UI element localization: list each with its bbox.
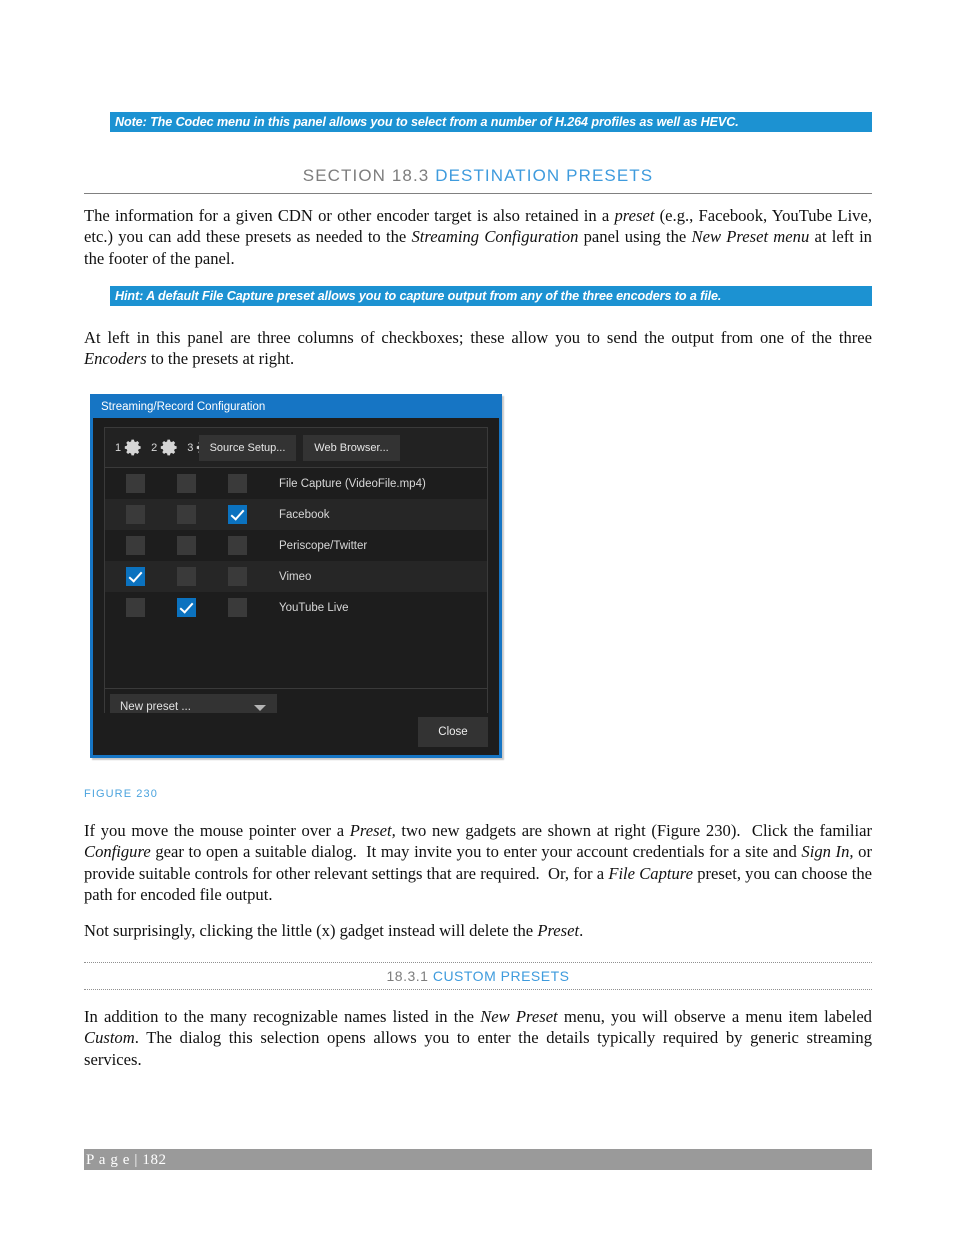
encoder-3-checkbox[interactable] xyxy=(228,567,247,586)
presets-panel: 1 2 3 Source Setup... Web Browser... Fil… xyxy=(104,427,488,689)
encoder-1-checkbox[interactable] xyxy=(126,567,145,586)
paragraph-gadgets: If you move the mouse pointer over a Pre… xyxy=(84,821,873,904)
preset-label: Vimeo xyxy=(279,570,312,583)
encoder-2-number: 2 xyxy=(151,441,158,454)
table-row[interactable]: Facebook xyxy=(105,499,487,530)
gear-icon[interactable] xyxy=(160,438,179,457)
dialog-toolbar: 1 2 3 Source Setup... Web Browser... xyxy=(105,428,487,468)
document-page: Note: The Codec menu in this panel allow… xyxy=(0,0,954,1235)
encoder-2-gear-unit[interactable]: 2 xyxy=(151,438,179,457)
web-browser-button[interactable]: Web Browser... xyxy=(303,435,400,461)
section-heading: SECTION 18.3 DESTINATION PRESETS xyxy=(84,166,872,194)
encoder-3-checkbox[interactable] xyxy=(228,505,247,524)
table-row[interactable]: Vimeo xyxy=(105,561,487,592)
chevron-down-icon[interactable] xyxy=(254,705,266,711)
note-banner: Note: The Codec menu in this panel allow… xyxy=(110,112,872,132)
encoder-3-checkbox[interactable] xyxy=(228,474,247,493)
new-preset-label: New preset ... xyxy=(120,701,191,713)
encoder-1-number: 1 xyxy=(115,441,122,454)
source-setup-button[interactable]: Source Setup... xyxy=(199,435,296,461)
paragraph-intro: The information for a given CDN or other… xyxy=(84,206,872,268)
footer-bar xyxy=(84,1149,872,1170)
hint-banner: Hint: A default File Capture preset allo… xyxy=(110,286,872,306)
streaming-record-configuration-dialog: Streaming/Record Configuration 1 2 3 Sou… xyxy=(90,394,502,758)
encoder-3-number: 3 xyxy=(187,441,194,454)
table-row[interactable]: YouTube Live xyxy=(105,592,487,623)
preset-label: File Capture (VideoFile.mp4) xyxy=(279,477,426,490)
encoder-1-checkbox[interactable] xyxy=(126,505,145,524)
preset-row-list: File Capture (VideoFile.mp4) Facebook Pe… xyxy=(105,468,487,688)
preset-label: Facebook xyxy=(279,508,330,521)
preset-label: Periscope/Twitter xyxy=(279,539,368,552)
close-button[interactable]: Close xyxy=(418,717,488,747)
encoder-1-checkbox[interactable] xyxy=(126,536,145,555)
subsection-number: 18.3.1 xyxy=(386,968,429,984)
subsection-heading: 18.3.1 CUSTOM PRESETS xyxy=(84,962,872,990)
encoder-1-checkbox[interactable] xyxy=(126,474,145,493)
encoder-2-checkbox[interactable] xyxy=(177,536,196,555)
section-title: DESTINATION PRESETS xyxy=(435,166,654,185)
preset-label: YouTube Live xyxy=(279,601,349,614)
encoder-2-checkbox[interactable] xyxy=(177,474,196,493)
encoder-1-gear-unit[interactable]: 1 xyxy=(115,438,143,457)
table-row[interactable]: File Capture (VideoFile.mp4) xyxy=(105,468,487,499)
paragraph-custom-presets: In addition to the many recognizable nam… xyxy=(84,1007,872,1069)
dialog-button-bar: Close xyxy=(93,713,499,755)
table-row[interactable]: Periscope/Twitter xyxy=(105,530,487,561)
encoder-3-checkbox[interactable] xyxy=(228,598,247,617)
paragraph-checkbox-columns: At left in this panel are three columns … xyxy=(84,328,872,369)
encoder-1-checkbox[interactable] xyxy=(126,598,145,617)
encoder-3-checkbox[interactable] xyxy=(228,536,247,555)
encoder-2-checkbox[interactable] xyxy=(177,598,196,617)
dialog-title-bar: Streaming/Record Configuration xyxy=(93,397,499,418)
figure-caption: FIGURE 230 xyxy=(84,788,158,800)
paragraph-delete-preset: Not surprisingly, clicking the little (x… xyxy=(84,921,584,940)
section-number: SECTION 18.3 xyxy=(302,166,430,185)
encoder-2-checkbox[interactable] xyxy=(177,505,196,524)
gear-icon[interactable] xyxy=(124,438,143,457)
encoder-2-checkbox[interactable] xyxy=(177,567,196,586)
page-number: P a g e | 182 xyxy=(86,1152,167,1168)
subsection-title: CUSTOM PRESETS xyxy=(432,968,570,984)
dialog-body: 1 2 3 Source Setup... Web Browser... Fil… xyxy=(93,418,499,755)
